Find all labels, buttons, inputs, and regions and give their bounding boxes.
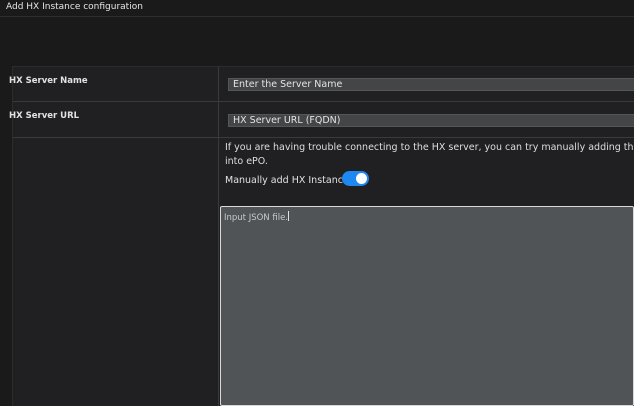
server-url-label: HX Server URL [9, 111, 80, 121]
dialog-title: Add HX Instance configuration [6, 2, 143, 12]
help-text-line: If you are having trouble connecting to … [225, 142, 634, 153]
server-name-input[interactable]: Enter the Server Name [228, 78, 634, 91]
help-text-line: into ePO. [225, 156, 268, 167]
dialog-title-bar: Add HX Instance configuration [0, 0, 634, 17]
connection-help-text: If you are having trouble connecting to … [225, 141, 634, 169]
server-name-label: HX Server Name [9, 76, 88, 86]
server-url-input[interactable]: HX Server URL (FQDN) [228, 114, 634, 127]
manual-add-label: Manually add HX Instance [225, 175, 349, 186]
json-input-placeholder: Input JSON file. [224, 213, 289, 223]
manual-add-toggle[interactable] [342, 171, 369, 186]
add-hx-instance-dialog: Add HX Instance configuration HX Server … [0, 0, 634, 406]
text-caret [288, 211, 290, 221]
json-input-textarea[interactable]: Input JSON file. [220, 206, 634, 406]
toggle-knob [356, 173, 367, 184]
row-divider [13, 101, 634, 102]
row-divider [13, 137, 634, 138]
